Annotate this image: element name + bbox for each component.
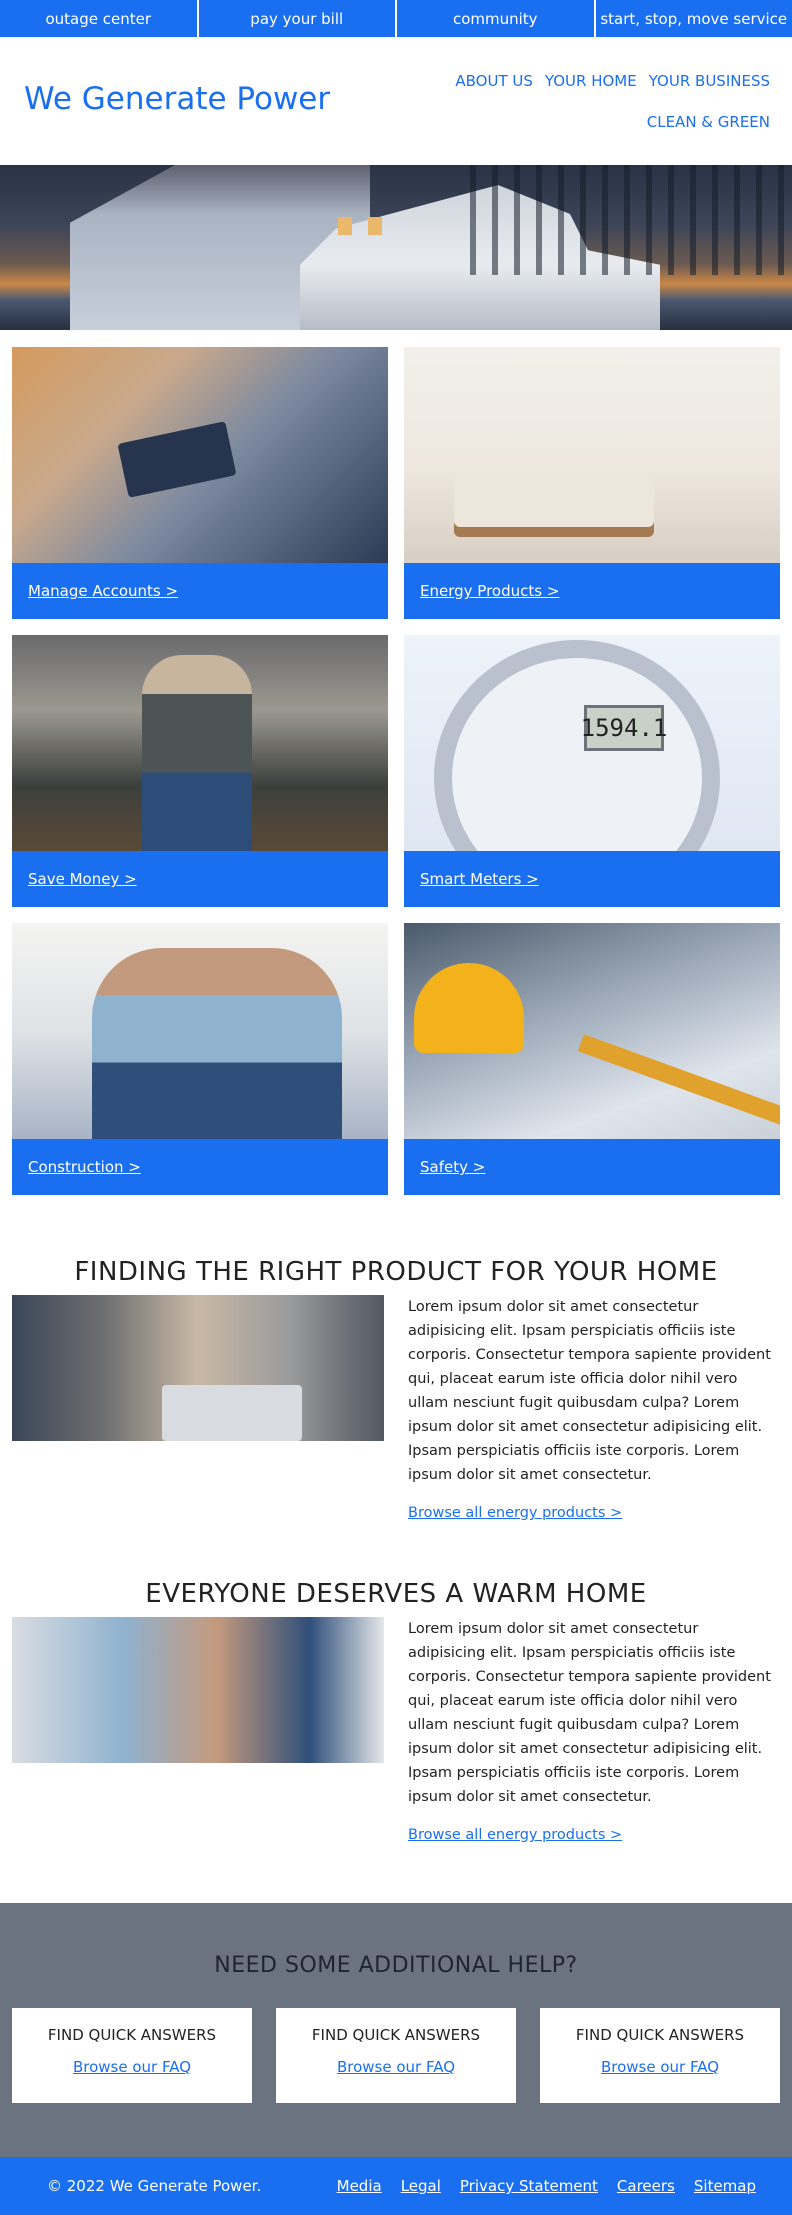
help-card: FIND QUICK ANSWERS Browse our FAQ bbox=[540, 2008, 780, 2103]
tile-link-safety[interactable]: Safety > bbox=[420, 1158, 485, 1176]
browse-faq-link[interactable]: Browse our FAQ bbox=[73, 2058, 191, 2076]
footer-link-privacy[interactable]: Privacy Statement bbox=[460, 2177, 598, 2195]
tile-label-bar: Smart Meters > bbox=[404, 851, 780, 907]
feature-image-family-laptop bbox=[12, 1295, 384, 1441]
tile-smart-meters[interactable]: 1594.1 Smart Meters > bbox=[404, 635, 780, 907]
footer-wrap: © 2022 We Generate Power. Media Legal Pr… bbox=[0, 2157, 792, 2215]
nav-your-home[interactable]: YOUR HOME bbox=[533, 72, 637, 113]
browse-faq-link[interactable]: Browse our FAQ bbox=[337, 2058, 455, 2076]
hero-trees-shape bbox=[470, 165, 792, 275]
feature-paragraph: Lorem ipsum dolor sit amet consectetur a… bbox=[408, 1299, 771, 1483]
tile-image-hand-card-laptop bbox=[12, 347, 388, 563]
footer-links: Media Legal Privacy Statement Careers Si… bbox=[318, 2177, 756, 2195]
footer-link-legal[interactable]: Legal bbox=[401, 2177, 441, 2195]
main-nav: ABOUT US YOUR HOME YOUR BUSINESS CLEAN &… bbox=[410, 72, 770, 154]
help-card: FIND QUICK ANSWERS Browse our FAQ bbox=[12, 2008, 252, 2103]
help-card-title: FIND QUICK ANSWERS bbox=[311, 2026, 481, 2044]
tile-safety[interactable]: Safety > bbox=[404, 923, 780, 1195]
browse-energy-products-link[interactable]: Browse all energy products > bbox=[408, 1823, 622, 1847]
feature-body: Lorem ipsum dolor sit amet consectetur a… bbox=[12, 1617, 780, 1847]
utility-link-pay-bill[interactable]: pay your bill bbox=[198, 0, 397, 37]
feature-text-block: Lorem ipsum dolor sit amet consectetur a… bbox=[408, 1617, 780, 1847]
tile-image-family-couch bbox=[12, 923, 388, 1139]
tile-save-money[interactable]: Save Money > bbox=[12, 635, 388, 907]
footer-link-media[interactable]: Media bbox=[337, 2177, 382, 2195]
tile-label-bar: Manage Accounts > bbox=[12, 563, 388, 619]
footer-link-careers[interactable]: Careers bbox=[617, 2177, 675, 2195]
browse-energy-products-link[interactable]: Browse all energy products > bbox=[408, 1501, 622, 1525]
help-section: NEED SOME ADDITIONAL HELP? FIND QUICK AN… bbox=[0, 1903, 792, 2157]
footer-copyright: © 2022 We Generate Power. bbox=[47, 2177, 262, 2195]
help-card-title: FIND QUICK ANSWERS bbox=[575, 2026, 745, 2044]
feature-paragraph: Lorem ipsum dolor sit amet consectetur a… bbox=[408, 1621, 771, 1805]
hero-window bbox=[368, 217, 382, 235]
help-cards: FIND QUICK ANSWERS Browse our FAQ FIND Q… bbox=[0, 2008, 792, 2103]
tile-label-bar: Safety > bbox=[404, 1139, 780, 1195]
tile-energy-products[interactable]: Energy Products > bbox=[404, 347, 780, 619]
utility-bar: outage center pay your bill community st… bbox=[0, 0, 792, 37]
footer-link-sitemap[interactable]: Sitemap bbox=[694, 2177, 756, 2195]
utility-link-outage-center[interactable]: outage center bbox=[0, 0, 199, 37]
help-card-title: FIND QUICK ANSWERS bbox=[47, 2026, 217, 2044]
site-logo[interactable]: We Generate Power bbox=[24, 81, 330, 117]
tile-manage-accounts[interactable]: Manage Accounts > bbox=[12, 347, 388, 619]
service-tiles-grid: Manage Accounts > Energy Products > Save… bbox=[0, 330, 792, 1195]
help-card: FIND QUICK ANSWERS Browse our FAQ bbox=[276, 2008, 516, 2103]
tile-image-hard-hat-blueprint bbox=[404, 923, 780, 1139]
tile-image-smart-meter: 1594.1 bbox=[404, 635, 780, 851]
feature-image-family-couch bbox=[12, 1617, 384, 1763]
utility-link-community[interactable]: community bbox=[397, 0, 596, 37]
site-footer: © 2022 We Generate Power. Media Legal Pr… bbox=[0, 2157, 792, 2215]
help-title: NEED SOME ADDITIONAL HELP? bbox=[214, 1953, 578, 1978]
tile-image-living-room bbox=[404, 347, 780, 563]
tile-link-energy-products[interactable]: Energy Products > bbox=[420, 582, 559, 600]
nav-about-us[interactable]: ABOUT US bbox=[443, 72, 533, 113]
tile-link-construction[interactable]: Construction > bbox=[28, 1158, 141, 1176]
nav-clean-green[interactable]: CLEAN & GREEN bbox=[635, 113, 770, 154]
tile-image-couple-walking bbox=[12, 635, 388, 851]
tile-link-manage-accounts[interactable]: Manage Accounts > bbox=[28, 582, 178, 600]
tile-label-bar: Save Money > bbox=[12, 851, 388, 907]
site-header: We Generate Power ABOUT US YOUR HOME YOU… bbox=[0, 37, 792, 165]
tile-label-bar: Energy Products > bbox=[404, 563, 780, 619]
tile-construction[interactable]: Construction > bbox=[12, 923, 388, 1195]
meter-display: 1594.1 bbox=[581, 705, 667, 751]
hero-image bbox=[0, 165, 792, 330]
hero-window bbox=[338, 217, 352, 235]
tile-link-smart-meters[interactable]: Smart Meters > bbox=[420, 870, 539, 888]
feature-body: Lorem ipsum dolor sit amet consectetur a… bbox=[12, 1295, 780, 1525]
feature-title: FINDING THE RIGHT PRODUCT FOR YOUR HOME bbox=[74, 1257, 718, 1287]
feature-text-block: Lorem ipsum dolor sit amet consectetur a… bbox=[408, 1295, 780, 1525]
feature-section-warm-home: EVERYONE DESERVES A WARM HOME Lorem ipsu… bbox=[0, 1579, 792, 1847]
tile-label-bar: Construction > bbox=[12, 1139, 388, 1195]
feature-section-right-product: FINDING THE RIGHT PRODUCT FOR YOUR HOME … bbox=[0, 1257, 792, 1525]
tile-link-save-money[interactable]: Save Money > bbox=[28, 870, 137, 888]
ruler-shape bbox=[577, 1034, 780, 1130]
nav-your-business[interactable]: YOUR BUSINESS bbox=[637, 72, 770, 113]
browse-faq-link[interactable]: Browse our FAQ bbox=[601, 2058, 719, 2076]
utility-link-service[interactable]: start, stop, move service bbox=[595, 0, 792, 37]
feature-title: EVERYONE DESERVES A WARM HOME bbox=[145, 1579, 647, 1609]
